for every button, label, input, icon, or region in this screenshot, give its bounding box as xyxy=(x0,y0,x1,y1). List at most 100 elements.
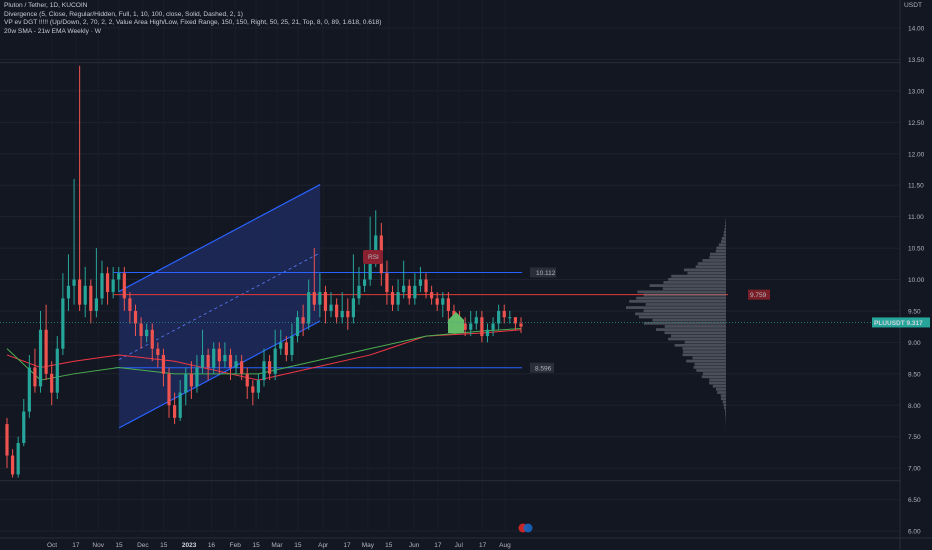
time-tick-label: Nov xyxy=(92,542,104,549)
candle-body xyxy=(357,285,361,299)
volume-profile-bar xyxy=(643,309,726,313)
candle-body xyxy=(189,373,193,387)
time-tick-label: Feb xyxy=(230,542,242,549)
volume-profile-bar xyxy=(637,290,726,294)
candle xyxy=(33,348,37,393)
volume-profile-bar xyxy=(635,312,726,316)
candle-body xyxy=(139,323,143,337)
time-tick-label: 15 xyxy=(115,542,123,549)
candle xyxy=(245,367,249,399)
candle-body xyxy=(340,310,344,318)
volume-profile-bar xyxy=(724,227,726,231)
candle-body xyxy=(122,273,126,299)
candle-body xyxy=(295,317,300,337)
candle xyxy=(50,361,54,406)
volume-profile-bar xyxy=(722,400,726,404)
candle-body xyxy=(362,279,367,286)
volume-profile-bar xyxy=(725,409,726,413)
volume-profile-bar xyxy=(668,337,726,341)
price-tick-label: 7.00 xyxy=(908,466,921,473)
candle xyxy=(491,317,495,337)
candle-body xyxy=(217,348,221,362)
candle xyxy=(323,285,328,324)
price-tick-label: 7.50 xyxy=(908,434,921,441)
candle-body xyxy=(329,304,333,311)
poc-tag-label: 9.759 xyxy=(750,292,767,299)
time-tick-label: 15 xyxy=(253,542,261,549)
candle xyxy=(55,336,59,399)
candle-body xyxy=(133,310,138,324)
candle-body xyxy=(128,298,132,311)
candle-body xyxy=(323,292,328,311)
volume-profile-bar xyxy=(668,277,726,281)
time-tick-label: Aug xyxy=(499,542,511,549)
volume-profile-bar xyxy=(715,249,726,253)
candle-body xyxy=(335,304,339,318)
symbol-title[interactable]: Pluton / Tether, 1D, KUCOIN xyxy=(4,2,381,11)
candle-body xyxy=(5,424,9,456)
candle-body xyxy=(497,310,501,324)
volume-profile-bar xyxy=(718,243,726,247)
candle-body xyxy=(262,361,266,381)
candle-body xyxy=(38,329,43,387)
volume-profile-bar xyxy=(725,221,726,225)
candle-body xyxy=(167,373,171,406)
candle-body xyxy=(279,342,283,349)
candle xyxy=(508,310,512,324)
candle xyxy=(61,273,65,355)
candle-body xyxy=(318,292,322,305)
candle-body xyxy=(105,273,110,293)
candle-body xyxy=(290,336,294,355)
candle-body xyxy=(94,298,98,311)
candle xyxy=(351,254,355,324)
volume-profile-bar xyxy=(643,293,726,297)
time-tick-label: 17 xyxy=(72,542,80,549)
candle xyxy=(519,317,523,333)
candle xyxy=(418,266,423,293)
candle-body xyxy=(480,317,484,337)
candle-body xyxy=(83,285,87,305)
volume-profile-bar xyxy=(702,259,726,262)
price-chart[interactable]: 10.112 8.596 RSI 6.00 6.50 7.00 7.50 8.00 8.50 9.… xyxy=(0,0,932,550)
price-tick-label: 13.00 xyxy=(908,88,925,95)
candle xyxy=(83,266,87,318)
candle-body xyxy=(390,292,395,305)
time-tick-label: Oct xyxy=(47,542,57,549)
volume-profile-indicator-label[interactable]: VP ev DGT !!!!! (Up/Down, 2, 70, 2, 2, V… xyxy=(4,19,381,28)
volume-profile-bar xyxy=(687,271,726,275)
candle-body xyxy=(195,367,199,387)
volume-profile-bar xyxy=(697,262,726,265)
candle-body xyxy=(55,348,59,393)
candle-body xyxy=(178,392,182,418)
economic-event-icon xyxy=(523,523,533,533)
candle xyxy=(111,266,115,299)
candle-body xyxy=(469,323,473,330)
candle-body xyxy=(234,361,238,368)
candle-body xyxy=(446,298,450,311)
candle-body xyxy=(100,273,104,299)
price-tick-label: 12.00 xyxy=(908,151,925,158)
level-label-8596: 8.596 xyxy=(535,365,552,372)
price-unit-label: USDT xyxy=(904,2,922,9)
candle xyxy=(167,367,171,418)
candle xyxy=(72,178,76,305)
sma-ema-indicator-label[interactable]: 20w SMA - 21w EMA Weekly · W xyxy=(4,28,381,37)
volume-profile-bar xyxy=(684,340,726,344)
time-tick-label: Mar xyxy=(271,542,283,549)
time-tick-label: 17 xyxy=(434,542,442,549)
candle xyxy=(441,292,445,318)
volume-profile-bar xyxy=(721,237,726,240)
candle-body xyxy=(351,298,355,318)
volume-profile-bar xyxy=(696,369,726,372)
divergence-indicator-label[interactable]: Divergence (5, Close, Regular/Hidden, Fu… xyxy=(4,11,381,20)
price-tick-label: 13.50 xyxy=(908,57,925,64)
candle-body xyxy=(78,279,82,305)
last-price-tag: PLUUSDT 9.317 xyxy=(874,320,923,327)
volume-profile-bar xyxy=(716,387,726,391)
candle xyxy=(340,292,344,324)
volume-profile-bar xyxy=(695,265,726,269)
candle-body xyxy=(502,310,506,318)
price-tick-label: 10.00 xyxy=(908,277,925,284)
candle-body xyxy=(441,298,445,305)
volume-profile-bar xyxy=(645,303,726,306)
